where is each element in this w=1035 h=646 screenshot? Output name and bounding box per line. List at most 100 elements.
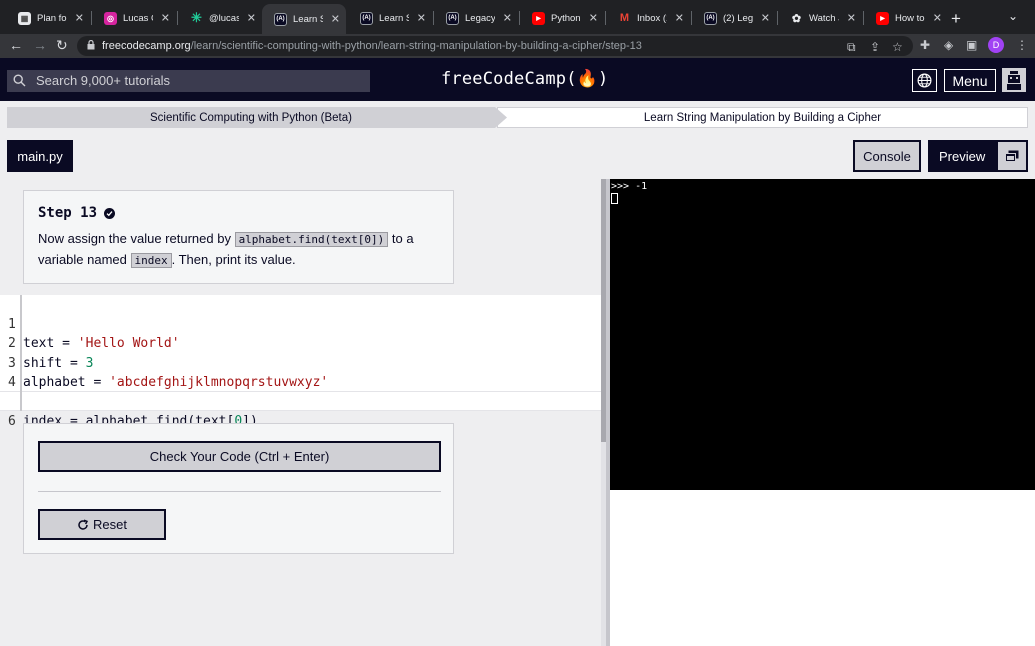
code-line[interactable]: 2 shift = 3 xyxy=(0,315,601,371)
close-icon[interactable]: ✕ xyxy=(761,12,770,25)
console-output[interactable]: >>> -1 xyxy=(610,179,1035,490)
browser-tab[interactable]: M Inbox (19 ✕ xyxy=(606,5,690,31)
bookmark-star-icon[interactable]: ☆ xyxy=(892,40,903,54)
lock-icon xyxy=(87,40,95,50)
preview-area xyxy=(610,490,1035,646)
console-caret xyxy=(611,193,618,204)
browser-tab-title: How to V xyxy=(895,12,925,24)
browser-tab[interactable]: ✳ @lucasc ✕ xyxy=(178,5,262,31)
close-icon[interactable]: ✕ xyxy=(933,12,942,25)
forward-arrow-icon[interactable]: → xyxy=(33,37,47,53)
code-line-current[interactable]: 6 print(index) xyxy=(0,391,601,448)
user-avatar[interactable] xyxy=(1002,68,1026,92)
freecodecamp-icon: (A) xyxy=(360,11,373,25)
browser-tab[interactable]: ✿ Watch Ju ✕ xyxy=(778,5,862,31)
code-line[interactable]: 1 text = 'Hello World' xyxy=(0,295,601,352)
sidebar-icon[interactable]: ▣ xyxy=(966,38,977,52)
language-button[interactable] xyxy=(912,69,937,92)
console-toggle-button[interactable]: Console xyxy=(853,140,921,172)
site-navbar: Search 9,000+ tutorials freeCodeCamp(🔥) … xyxy=(0,58,1035,101)
close-icon[interactable]: ✕ xyxy=(589,12,598,25)
avatar-icon xyxy=(1007,71,1021,90)
action-buttons-panel: Check Your Code (Ctrl + Enter) Reset xyxy=(23,423,454,554)
share-icon[interactable]: ⇪ xyxy=(870,40,880,54)
more-menu-icon[interactable]: ⋮ xyxy=(1016,38,1028,52)
profile-initial: D xyxy=(992,40,1000,50)
browser-tab-title: Learn St xyxy=(293,13,323,25)
check-code-button[interactable]: Check Your Code (Ctrl + Enter) xyxy=(38,441,441,472)
preview-label: Preview xyxy=(939,148,986,164)
profile-avatar[interactable]: D xyxy=(988,37,1004,53)
calendar-icon: ▦ xyxy=(18,11,31,25)
menu-button[interactable]: Menu xyxy=(944,69,996,92)
search-input[interactable]: Search 9,000+ tutorials xyxy=(7,70,370,92)
browser-tab-title: Inbox (19 xyxy=(637,12,667,24)
reset-icon xyxy=(78,519,89,530)
step-title: Step 13 xyxy=(38,205,116,221)
breadcrumb-block[interactable]: Learn String Manipulation by Building a … xyxy=(497,107,1028,128)
gutter-border xyxy=(20,295,22,411)
close-icon[interactable]: ✕ xyxy=(847,12,856,25)
browser-tab[interactable]: ▦ Plan for ✕ xyxy=(6,5,90,31)
code-line[interactable]: 5 index = alphabet.find(text[0]) xyxy=(0,373,601,430)
code-line[interactable]: 3 alphabet = 'abcdefghijklmnopqrstuvwxyz… xyxy=(0,334,601,391)
popout-window-glyph xyxy=(1005,150,1019,162)
breadcrumb-superblock[interactable]: Scientific Computing with Python (Beta) xyxy=(7,107,507,128)
console-line: >>> -1 xyxy=(611,181,648,192)
browser-tab[interactable]: ▶ How to V ✕ xyxy=(864,5,948,31)
browser-tab[interactable]: ◎ Lucas Cl ✕ xyxy=(92,5,176,31)
breadcrumb-superblock-label: Scientific Computing with Python (Beta) xyxy=(150,111,352,124)
browser-tab-title: (2) Lega xyxy=(723,12,753,24)
close-icon[interactable]: ✕ xyxy=(161,12,170,25)
step-description: Now assign the value returned by alphabe… xyxy=(38,229,438,271)
browser-toolbar: ← → ↻ freecodecamp.org/learn/scientific-… xyxy=(0,34,1035,58)
extensions-icon[interactable]: ✚ xyxy=(920,38,930,52)
browser-tab[interactable]: (A) Legacy P ✕ xyxy=(434,5,518,31)
install-app-icon[interactable]: ⧉ xyxy=(847,40,856,55)
close-icon[interactable]: ✕ xyxy=(675,12,684,25)
browser-tab-title: Python f xyxy=(551,12,581,24)
close-icon[interactable]: ✕ xyxy=(331,13,340,26)
divider xyxy=(38,491,441,492)
code-line[interactable]: 4 alphabet.find(text[0]) xyxy=(0,354,601,410)
browser-tab-title: Lucas Cl xyxy=(123,12,153,24)
code-editor[interactable]: 1 text = 'Hello World' 2 shift = 3 3 alp… xyxy=(0,295,601,448)
gmail-icon: M xyxy=(619,12,630,24)
extension-icon[interactable]: ◈ xyxy=(944,38,953,52)
back-arrow-icon[interactable]: ← xyxy=(9,37,23,53)
browser-tab-title: Learn St xyxy=(379,12,409,24)
close-icon[interactable]: ✕ xyxy=(503,12,512,25)
close-icon[interactable]: ✕ xyxy=(247,12,256,25)
new-tab-plus-icon[interactable]: + xyxy=(951,9,961,29)
freecodecamp-icon: (A) xyxy=(704,11,717,25)
file-tab-main-py[interactable]: main.py xyxy=(7,140,73,172)
close-icon[interactable]: ✕ xyxy=(417,12,426,25)
popout-window-icon[interactable] xyxy=(996,140,1028,172)
freecodecamp-logo[interactable]: freeCodeCamp(🔥) xyxy=(441,69,608,89)
browser-tab-title: Watch Ju xyxy=(809,12,839,24)
youtube-icon: ▶ xyxy=(532,11,545,25)
instagram-icon: ◎ xyxy=(104,11,117,25)
reload-icon[interactable]: ↻ xyxy=(56,37,68,54)
address-bar[interactable]: freecodecamp.org/learn/scientific-comput… xyxy=(77,36,913,56)
close-icon[interactable]: ✕ xyxy=(75,12,84,25)
step-text-part: . Then, print its value. xyxy=(171,252,296,267)
perplexity-icon: ✳ xyxy=(191,10,202,25)
breadcrumb-block-label: Learn String Manipulation by Building a … xyxy=(643,111,882,124)
reset-button[interactable]: Reset xyxy=(38,509,166,540)
browser-tab-title: Legacy P xyxy=(465,12,495,24)
preview-toggle-button[interactable]: Preview xyxy=(928,140,1028,172)
globe-icon xyxy=(917,73,932,88)
chevron-down-icon[interactable]: ⌄ xyxy=(1008,9,1018,23)
inline-code: alphabet.find(text[0]) xyxy=(234,232,389,247)
step-instructions: Step 13 Now assign the value returned by… xyxy=(23,190,454,284)
checkmark-glyph xyxy=(106,210,113,216)
browser-tab[interactable]: ▶ Python f ✕ xyxy=(520,5,604,31)
browser-tab[interactable]: (A) Learn St ✕ xyxy=(348,5,432,31)
url-host: freecodecamp.org xyxy=(102,40,191,52)
youtube-icon: ▶ xyxy=(876,11,889,25)
browser-tab[interactable]: (A) (2) Lega ✕ xyxy=(692,5,776,31)
line-number: 6 xyxy=(8,413,16,429)
step-text-part: Now assign the value returned by xyxy=(38,231,235,246)
browser-tab-active[interactable]: (A) Learn St ✕ xyxy=(262,4,346,34)
